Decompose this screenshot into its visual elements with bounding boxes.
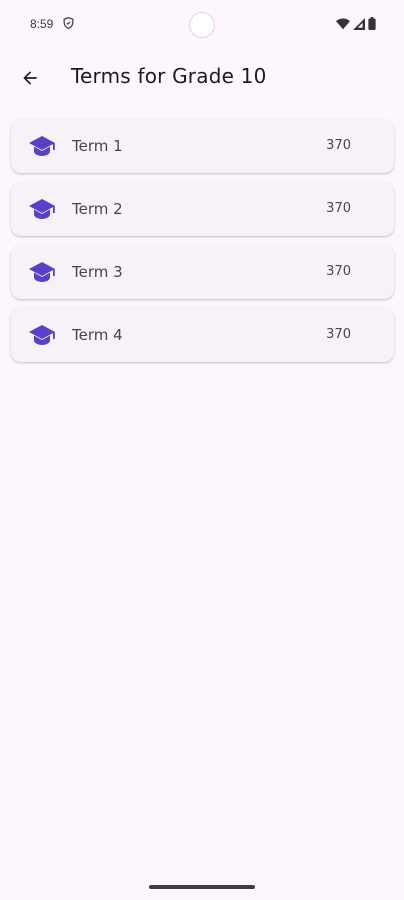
graduation-cap-icon (29, 325, 55, 345)
app-bar: Terms for Grade 10 (0, 50, 404, 106)
graduation-cap-icon (29, 262, 55, 282)
graduation-cap-icon (29, 136, 55, 156)
status-icons (336, 17, 376, 30)
camera-cutout (190, 13, 214, 37)
page-title: Terms for Grade 10 (71, 64, 267, 88)
wifi-icon (336, 17, 350, 29)
term-count: 370 (326, 264, 351, 279)
back-button[interactable] (14, 62, 46, 94)
term-card-4[interactable]: Term 4 370 (11, 308, 394, 362)
term-label: Term 4 (72, 326, 123, 344)
graduation-cap-icon (29, 199, 55, 219)
term-card-1[interactable]: Term 1 370 (11, 119, 394, 173)
term-label: Term 2 (72, 200, 123, 218)
term-count: 370 (326, 138, 351, 153)
status-bar: 8:59 (0, 0, 404, 50)
term-list: Term 1 370 Term 2 370 Term 3 370 Term 4 … (11, 119, 394, 371)
arrow-back-icon (23, 71, 37, 85)
term-card-2[interactable]: Term 2 370 (11, 182, 394, 236)
term-count: 370 (326, 327, 351, 342)
term-count: 370 (326, 201, 351, 216)
status-time: 8:59 (30, 17, 54, 31)
shield-icon (63, 16, 74, 30)
term-card-3[interactable]: Term 3 370 (11, 245, 394, 299)
term-label: Term 3 (72, 263, 123, 281)
term-label: Term 1 (72, 137, 123, 155)
battery-icon (368, 17, 376, 30)
signal-icon (353, 17, 365, 30)
gesture-nav-handle[interactable] (149, 885, 255, 889)
